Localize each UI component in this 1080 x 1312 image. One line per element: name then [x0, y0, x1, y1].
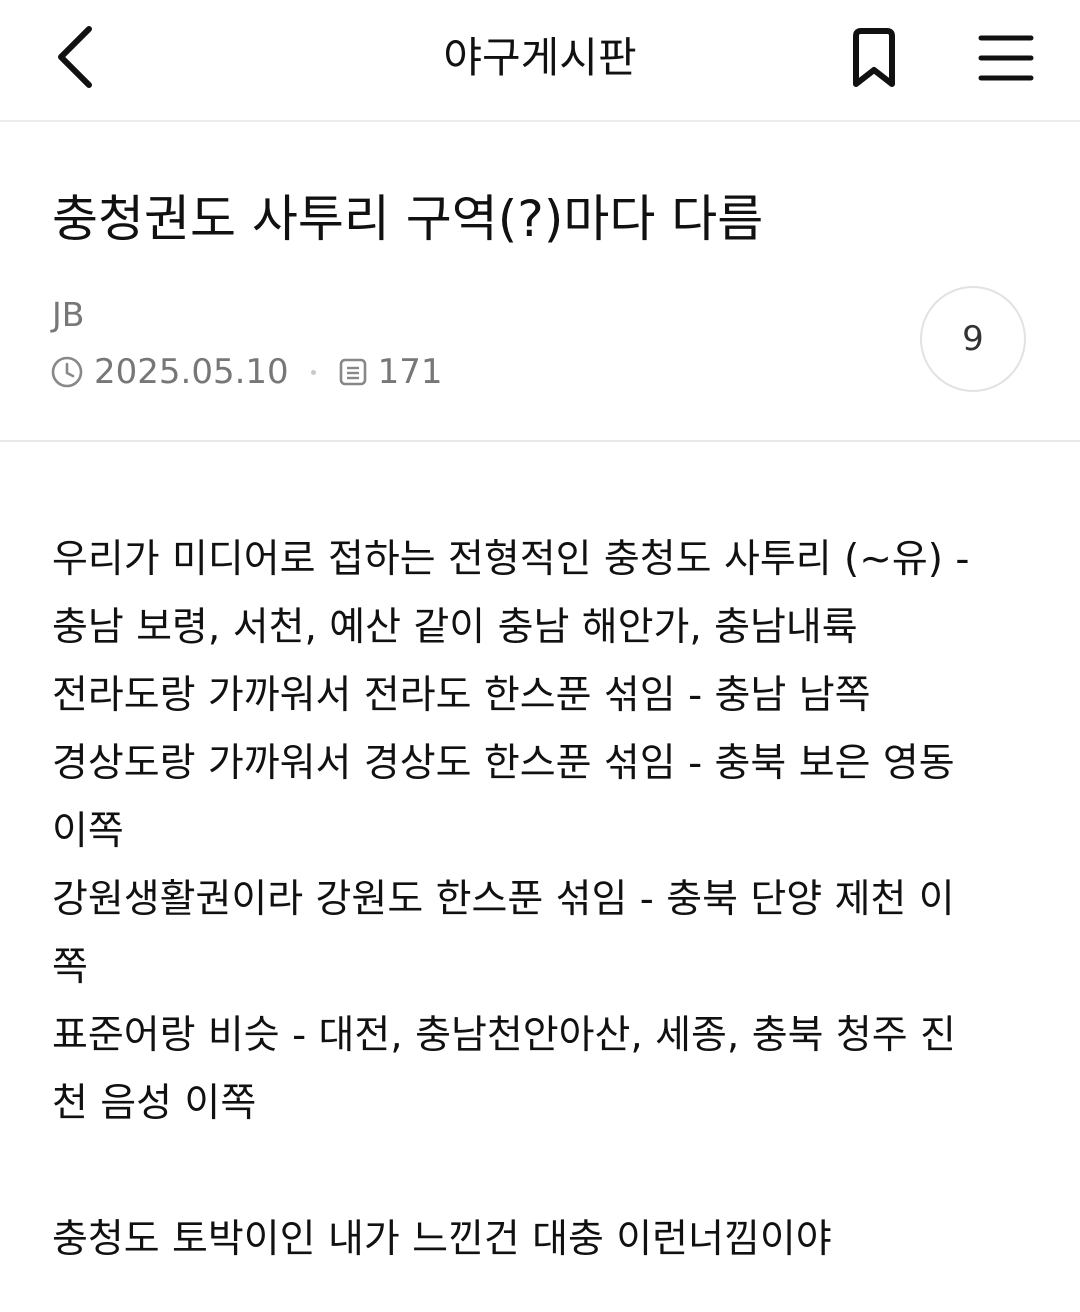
author-name[interactable]: JB	[52, 294, 84, 336]
top-app-bar: 야구게시판	[0, 0, 1080, 122]
body-line: 표준어랑 비슷 - 대전, 충남천안아산, 세종, 충북 청주 진	[52, 1013, 956, 1058]
board-title: 야구게시판	[443, 33, 637, 82]
bookmark-icon	[853, 28, 895, 87]
body-line: 경상도랑 가까워서 경상도 한스푼 섞임 - 충북 보은 영동	[52, 741, 955, 786]
view-count: 171	[377, 352, 443, 392]
body-line: 우리가 미디어로 접하는 전형적인 충청도 사투리 (~유) -	[52, 537, 970, 582]
body-line: 강원생활권이라 강원도 한스푼 섞임 - 충북 단양 제천 이	[52, 877, 955, 922]
body-line: 충청도 토박이인 내가 느낀건 대충 이런너낌이야	[52, 1217, 832, 1262]
body-line: 이쪽	[52, 809, 124, 854]
view-count-icon	[338, 357, 368, 387]
body-line: 충남 보령, 서천, 예산 같이 충남 해안가, 충남내륙	[52, 605, 858, 650]
post-date: 2025.05.10	[94, 352, 289, 392]
body-line	[52, 1138, 1042, 1206]
post-body: 우리가 미디어로 접하는 전형적인 충청도 사투리 (~유) - 충남 보령, 서…	[52, 526, 1042, 1274]
body-line: 천 음성 이쪽	[52, 1081, 257, 1126]
hamburger-menu-icon	[978, 35, 1034, 81]
bookmark-button[interactable]	[838, 22, 910, 94]
post-title: 충청권도 사투리 구역(?)마다 다름	[52, 190, 764, 248]
divider	[0, 440, 1080, 442]
comment-count-button[interactable]: 9	[920, 286, 1026, 392]
body-line: 쪽	[52, 945, 88, 990]
meta-separator	[310, 369, 316, 375]
clock-icon	[50, 355, 84, 389]
body-line: 전라도랑 가까워서 전라도 한스푼 섞임 - 충남 남쪽	[52, 673, 871, 718]
menu-button[interactable]	[970, 22, 1042, 94]
post-meta: 2025.05.10 171	[50, 350, 443, 394]
